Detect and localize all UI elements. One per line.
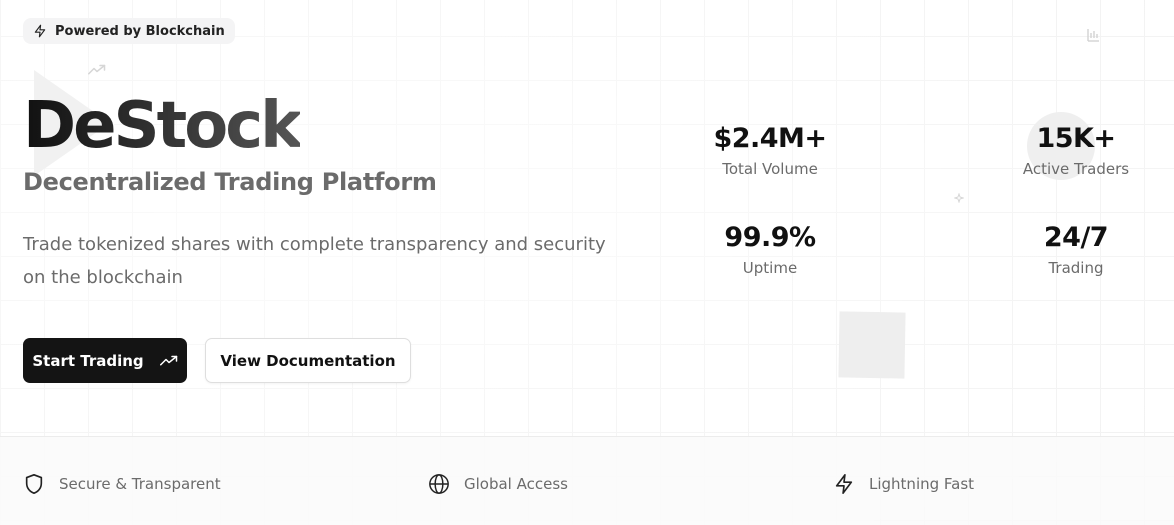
stat-value: 15K+: [1036, 123, 1116, 154]
view-documentation-label: View Documentation: [220, 351, 396, 370]
decorative-sparkle-icon: [953, 188, 965, 207]
feature-secure: Secure & Transparent: [23, 473, 221, 495]
start-trading-label: Start Trading: [32, 351, 144, 370]
decorative-trending-icon: [88, 62, 106, 81]
stat-active-traders: 15K+ Active Traders: [976, 122, 1174, 178]
feature-label: Secure & Transparent: [59, 475, 221, 493]
stat-value: $2.4M+: [713, 123, 827, 154]
feature-fast: Lightning Fast: [833, 473, 974, 495]
hero-subtitle: Decentralized Trading Platform: [23, 168, 437, 196]
stat-uptime: 99.9% Uptime: [670, 221, 870, 277]
view-documentation-button[interactable]: View Documentation: [205, 338, 411, 383]
feature-label: Global Access: [464, 475, 568, 493]
start-trading-button[interactable]: Start Trading: [23, 338, 187, 383]
stat-label: Active Traders: [1022, 160, 1130, 178]
feature-global: Global Access: [428, 473, 568, 495]
stat-label: Uptime: [742, 259, 798, 277]
lightning-icon: [33, 24, 47, 38]
stat-value: 24/7: [1043, 222, 1109, 253]
stat-total-volume: $2.4M+ Total Volume: [670, 122, 870, 178]
lightning-icon: [833, 473, 855, 495]
brand-title: DeStock: [23, 89, 303, 163]
stat-trading-hours: 24/7 Trading: [976, 221, 1174, 277]
hero-section: Powered by Blockchain DeStock Decentrali…: [0, 0, 1174, 525]
stat-value: 99.9%: [724, 222, 816, 253]
powered-by-badge: Powered by Blockchain: [23, 18, 235, 44]
badge-label: Powered by Blockchain: [55, 23, 225, 39]
stat-label: Total Volume: [722, 160, 818, 178]
stat-label: Trading: [1048, 259, 1104, 277]
decorative-bar-chart-icon: [1086, 27, 1100, 46]
shield-icon: [23, 473, 45, 495]
trending-up-icon: [159, 354, 178, 368]
hero-description: Trade tokenized shares with complete tra…: [23, 234, 606, 288]
globe-icon: [428, 473, 450, 495]
decorative-square: [838, 311, 906, 379]
feature-label: Lightning Fast: [869, 475, 975, 493]
